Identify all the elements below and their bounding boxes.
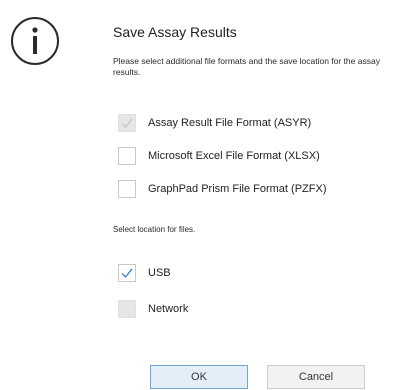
usb-checkbox[interactable] xyxy=(118,264,136,282)
checkmark-icon xyxy=(121,118,133,129)
dialog-title: Save Assay Results xyxy=(113,24,237,40)
pzfx-checkbox[interactable] xyxy=(118,180,136,198)
location-option-network: Network xyxy=(118,299,188,319)
info-icon xyxy=(11,17,59,65)
dialog-description: Please select additional file formats an… xyxy=(113,56,380,77)
asyr-checkbox xyxy=(118,114,136,132)
cancel-button[interactable]: Cancel xyxy=(267,365,365,389)
format-option-xlsx[interactable]: Microsoft Excel File Format (XLSX) xyxy=(118,146,320,166)
xlsx-checkbox[interactable] xyxy=(118,147,136,165)
location-option-usb[interactable]: USB xyxy=(118,263,171,283)
format-option-pzfx[interactable]: GraphPad Prism File Format (PZFX) xyxy=(118,179,326,199)
xlsx-label[interactable]: Microsoft Excel File Format (XLSX) xyxy=(148,150,320,162)
ok-button[interactable]: OK xyxy=(150,365,248,389)
asyr-label: Assay Result File Format (ASYR) xyxy=(148,117,312,129)
location-section-label: Select location for files. xyxy=(113,225,196,234)
network-checkbox xyxy=(118,300,136,318)
pzfx-label[interactable]: GraphPad Prism File Format (PZFX) xyxy=(148,183,326,195)
save-assay-results-dialog: Save Assay Results Please select additio… xyxy=(0,0,410,390)
usb-label[interactable]: USB xyxy=(148,267,171,279)
network-label: Network xyxy=(148,303,189,315)
checkmark-icon xyxy=(121,268,133,279)
format-option-asyr: Assay Result File Format (ASYR) xyxy=(118,113,311,133)
